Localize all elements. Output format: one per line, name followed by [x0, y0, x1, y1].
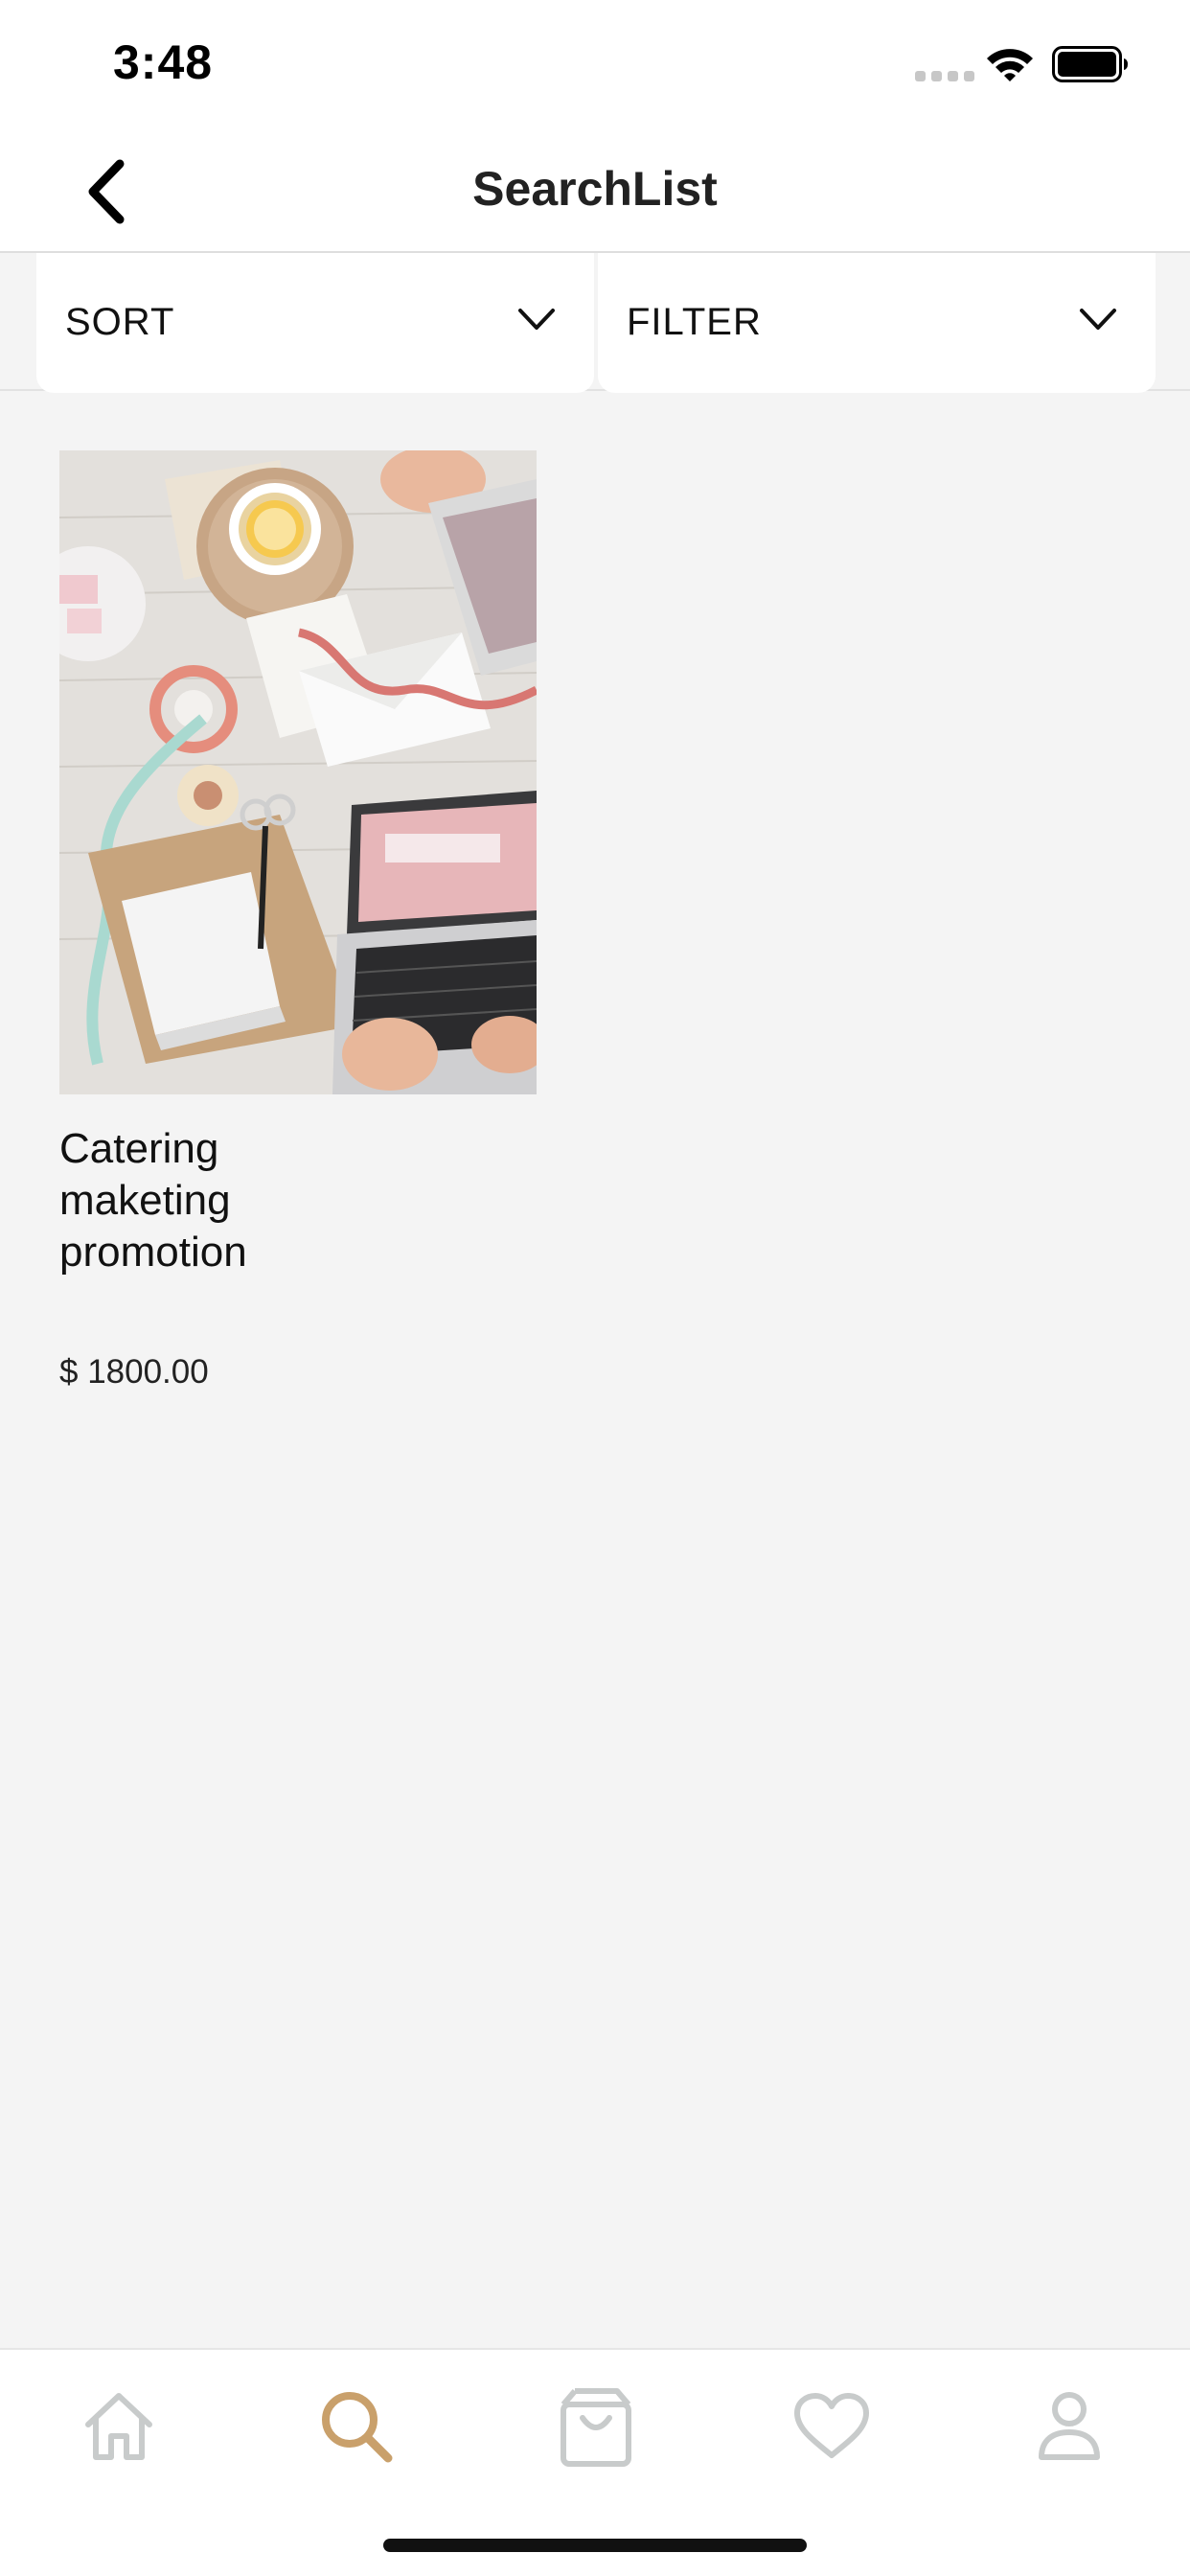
- tab-search[interactable]: [309, 2379, 404, 2474]
- chevron-down-icon: [1080, 309, 1116, 330]
- status-bar: 3:48: [0, 0, 1190, 126]
- home-icon: [85, 2393, 152, 2460]
- home-indicator: [383, 2539, 807, 2552]
- search-icon: [322, 2392, 393, 2463]
- heart-icon: [794, 2393, 869, 2458]
- product-price: $ 1800.00: [59, 1353, 209, 1391]
- tab-favorites[interactable]: [784, 2379, 880, 2474]
- shopping-bag-icon: [561, 2388, 631, 2467]
- navigation-bar: SearchList: [0, 126, 1190, 253]
- product-title[interactable]: Catering maketing promotion: [59, 1123, 347, 1278]
- cellular-signal-icon: [915, 71, 974, 81]
- tab-bag[interactable]: [548, 2379, 644, 2474]
- sort-dropdown[interactable]: SORT: [36, 253, 594, 393]
- tab-home[interactable]: [71, 2379, 167, 2474]
- filter-dropdown[interactable]: FILTER: [598, 253, 1156, 393]
- filter-label: FILTER: [627, 301, 762, 343]
- page-title: SearchList: [472, 162, 718, 216]
- user-icon: [1039, 2392, 1100, 2460]
- product-card[interactable]: Catering maketing promotion $ 1800.00: [59, 450, 537, 1392]
- chevron-down-icon: [518, 309, 555, 330]
- wifi-icon: [987, 49, 1033, 81]
- sort-label: SORT: [65, 301, 175, 343]
- tab-profile[interactable]: [1021, 2379, 1117, 2474]
- sort-filter-bar: SORT FILTER: [0, 253, 1190, 393]
- product-image[interactable]: [59, 450, 537, 1094]
- battery-icon: [1052, 46, 1128, 82]
- status-time: 3:48: [113, 35, 214, 89]
- screen: 3:48 SearchList SORT FILTER Catering mak…: [0, 0, 1190, 2576]
